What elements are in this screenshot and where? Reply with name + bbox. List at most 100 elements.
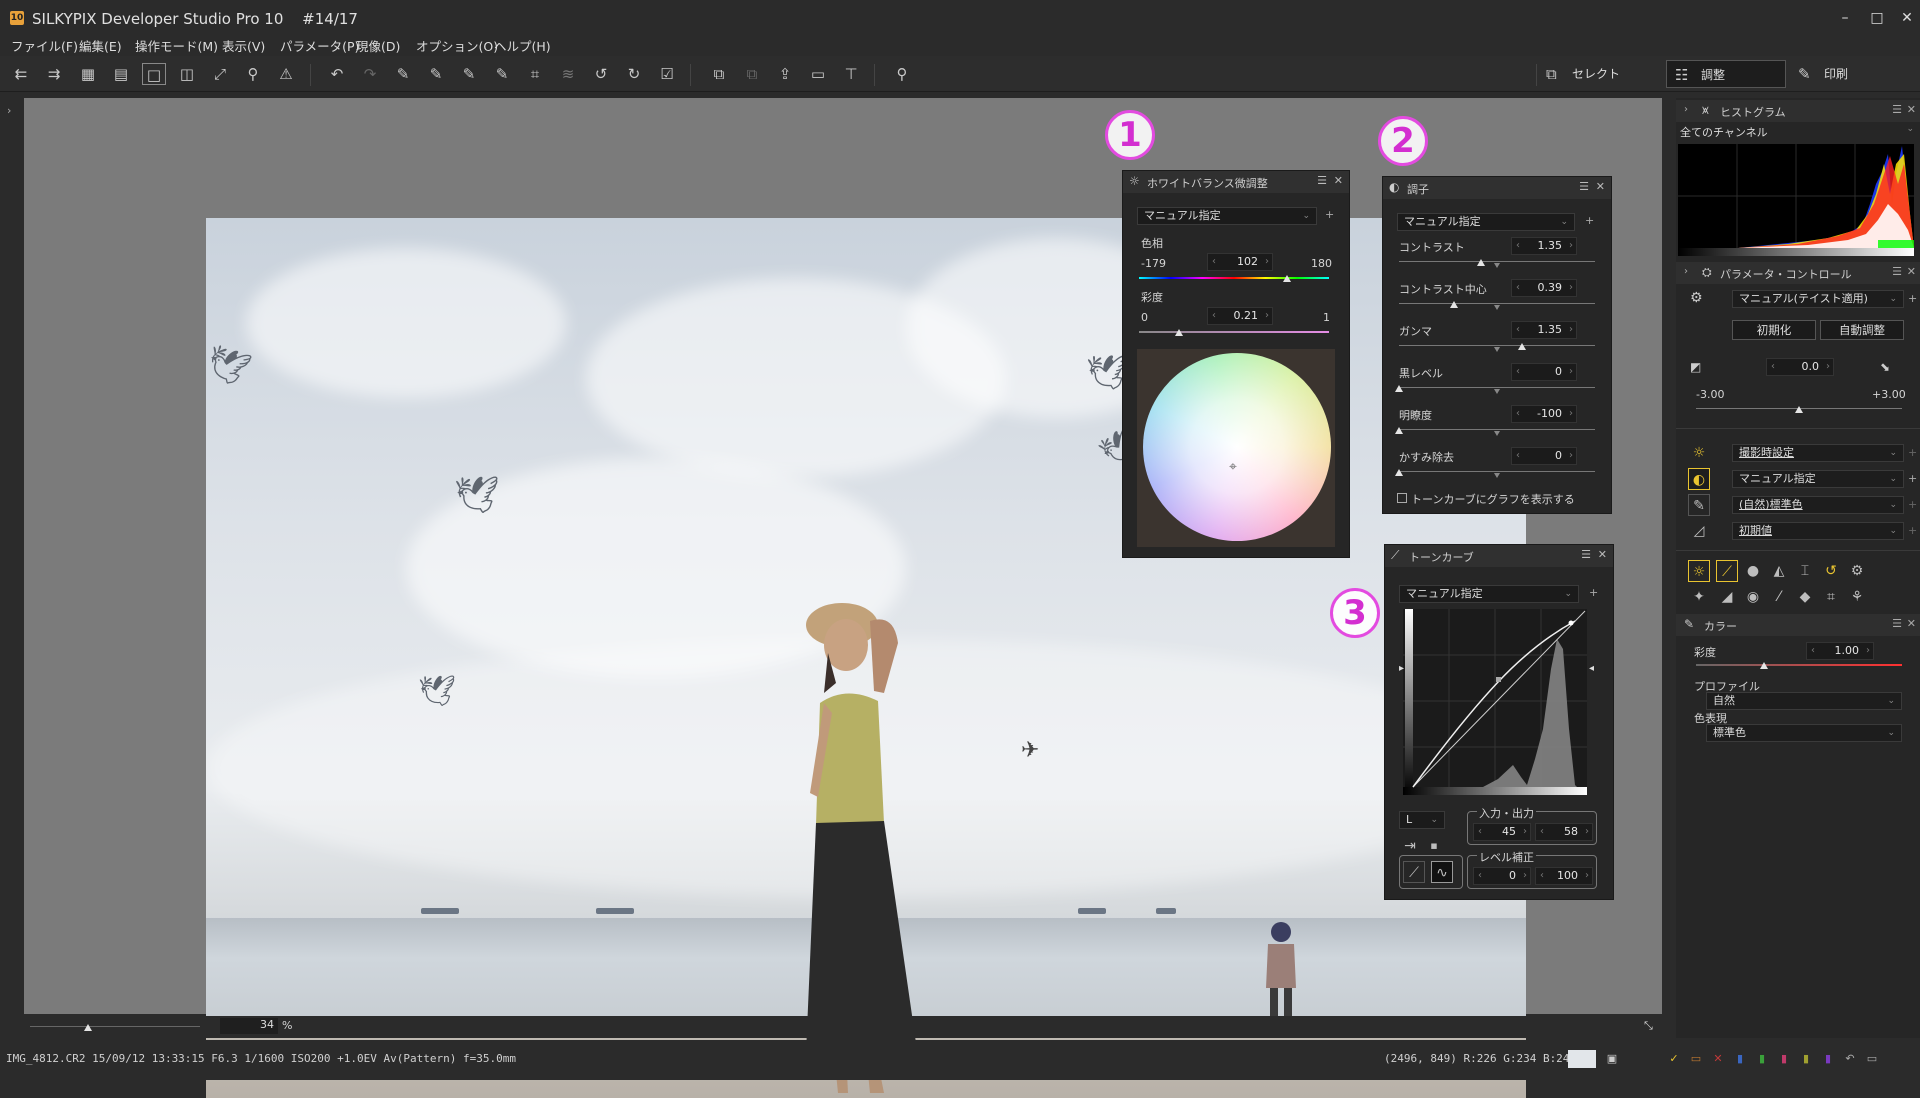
color-label-purple-icon[interactable]: ▮: [1820, 1051, 1836, 1067]
eye-tool-icon[interactable]: ◉: [1742, 586, 1764, 608]
close-icon[interactable]: ✕: [1596, 180, 1605, 193]
zoom-icon[interactable]: ⚲: [241, 63, 265, 85]
lens-tool-icon[interactable]: ⌶: [1794, 560, 1816, 582]
close-window-button[interactable]: ✕: [1892, 6, 1920, 30]
panel-menu-icon[interactable]: ☰: [1892, 265, 1902, 278]
add-preset-icon[interactable]: +: [1325, 208, 1334, 221]
preview-view-icon[interactable]: □: [142, 63, 166, 85]
param-control-section-header[interactable]: › ⛭ パラメータ・コントロール ☰ ✕: [1676, 262, 1920, 284]
menu-file[interactable]: ファイル(F): [11, 36, 78, 55]
curve-output-spinbox[interactable]: ‹ 58 ›: [1535, 823, 1593, 841]
redo-icon[interactable]: ↷: [358, 63, 382, 85]
prev-image-icon[interactable]: ⇇: [9, 63, 33, 85]
menu-edit[interactable]: 編集(E): [79, 36, 122, 55]
auto-exposure-icon[interactable]: ⬊: [1880, 360, 1890, 374]
expand-icon[interactable]: ›: [1684, 266, 1688, 277]
color-brush-icon[interactable]: ✎: [1688, 494, 1710, 516]
tone-row-track[interactable]: [1399, 261, 1595, 262]
right-handle-icon[interactable]: ◂: [1589, 663, 1594, 674]
menu-operation-mode[interactable]: 操作モード(M): [135, 36, 218, 55]
mode-print-button[interactable]: ✎ 印刷: [1790, 60, 1908, 88]
exposure-slider-thumb[interactable]: [1795, 406, 1803, 413]
left-handle-icon[interactable]: ▸: [1399, 663, 1404, 674]
wb-saturation-track[interactable]: [1139, 331, 1329, 333]
highlight-tool-icon[interactable]: ◢: [1716, 586, 1738, 608]
wb-tool-icon[interactable]: ☼: [1688, 560, 1710, 582]
tone-preset-select[interactable]: マニュアル指定 ⌄: [1397, 213, 1575, 231]
reject-icon[interactable]: ✕: [1710, 1051, 1726, 1067]
develop-icon[interactable]: ⧉: [707, 63, 731, 85]
level-high-spinbox[interactable]: ‹ 100 ›: [1535, 867, 1593, 885]
tone-row-thumb[interactable]: [1518, 343, 1527, 350]
brush-tool-icon[interactable]: ⁄: [1768, 586, 1790, 608]
fit-curve-icon[interactable]: ⇥: [1399, 835, 1421, 857]
panel-menu-icon[interactable]: ☰: [1317, 174, 1327, 187]
histogram-channel-select[interactable]: 全てのチャンネル ⌄: [1676, 124, 1920, 140]
add-taste-icon[interactable]: +: [1908, 292, 1917, 305]
fullscreen-icon[interactable]: ⤢: [208, 63, 232, 85]
add-point-icon[interactable]: ▪: [1423, 835, 1445, 857]
panel-menu-icon[interactable]: ☰: [1579, 180, 1589, 193]
hue-slider-track[interactable]: [1139, 277, 1329, 279]
add-preset-icon[interactable]: +: [1585, 214, 1594, 227]
curve-input-spinbox[interactable]: ‹ 45 ›: [1473, 823, 1531, 841]
wb-saturation-spinbox[interactable]: ‹ 0.21 ›: [1207, 307, 1273, 325]
monitor-icon[interactable]: ▭: [806, 63, 830, 85]
curve-channel-select[interactable]: L ⌄: [1399, 811, 1445, 829]
spot-tool-icon[interactable]: ⚘: [1846, 586, 1868, 608]
curve-point[interactable]: [1568, 620, 1574, 626]
zoom-slider-track[interactable]: [30, 1026, 200, 1027]
color-saturation-track[interactable]: [1696, 664, 1902, 666]
color-expression-select[interactable]: 標準色 ⌄: [1706, 724, 1902, 742]
compare-view-icon[interactable]: ◫: [175, 63, 199, 85]
rotate-left-icon[interactable]: ↺: [589, 63, 613, 85]
sharpness-icon[interactable]: ◿: [1688, 520, 1710, 542]
tone-row-track[interactable]: [1399, 345, 1595, 346]
partial-tool-icon[interactable]: ◆: [1794, 586, 1816, 608]
lock-icon[interactable]: ▭: [1864, 1051, 1880, 1067]
color-label-blue-icon[interactable]: ▮: [1732, 1051, 1748, 1067]
color-saturation-spinbox[interactable]: ‹ 1.00 ›: [1806, 642, 1874, 660]
tone-row-spinbox[interactable]: ‹ -100 ›: [1511, 405, 1577, 423]
tone-row-spinbox[interactable]: ‹ 1.35 ›: [1511, 237, 1577, 255]
noise-tool-icon[interactable]: ✦: [1688, 586, 1710, 608]
tone-row-spinbox[interactable]: ‹ 1.35 ›: [1511, 321, 1577, 339]
add-preset-icon[interactable]: +: [1589, 586, 1598, 599]
tone-row-track[interactable]: [1399, 471, 1595, 472]
mode-adjust-button[interactable]: ☷ 調整: [1666, 60, 1786, 88]
expand-icon[interactable]: ›: [1684, 104, 1688, 115]
special-tool-icon[interactable]: ⚙: [1846, 560, 1868, 582]
close-icon[interactable]: ✕: [1907, 103, 1916, 116]
tone-row-thumb[interactable]: [1477, 259, 1486, 266]
color-saturation-thumb[interactable]: [1759, 662, 1768, 669]
taste-select[interactable]: マニュアル(テイスト適用) ⌄: [1732, 290, 1904, 308]
curve-preset-select[interactable]: マニュアル指定 ⌄: [1399, 585, 1579, 603]
tone-row-thumb[interactable]: [1395, 385, 1403, 392]
add-icon[interactable]: +: [1908, 472, 1917, 485]
thumbnail-view-icon[interactable]: ▦: [76, 63, 100, 85]
histogram-section-header[interactable]: › ⩙ ヒストグラム ☰ ✕: [1676, 100, 1920, 122]
level-low-spinbox[interactable]: ‹ 0 ›: [1473, 867, 1531, 885]
close-icon[interactable]: ✕: [1598, 548, 1607, 561]
tone-curve-graph[interactable]: [1403, 609, 1587, 795]
spline-curve-icon[interactable]: ∿: [1431, 861, 1453, 883]
add-icon[interactable]: +: [1908, 498, 1917, 511]
color-tool-icon[interactable]: ●: [1742, 560, 1764, 582]
tone-row-spinbox[interactable]: ‹ 0 ›: [1511, 363, 1577, 381]
menu-develop[interactable]: 現像(D): [356, 36, 400, 55]
crop-icon[interactable]: ⌗: [523, 63, 547, 85]
add-icon[interactable]: +: [1908, 446, 1917, 459]
tone-row-thumb[interactable]: [1395, 427, 1403, 434]
curve-point[interactable]: [1496, 677, 1501, 682]
panel-menu-icon[interactable]: ☰: [1892, 103, 1902, 116]
maximize-button[interactable]: □: [1862, 6, 1892, 30]
rotate-right-icon[interactable]: ↻: [622, 63, 646, 85]
color-label-green-icon[interactable]: ▮: [1754, 1051, 1770, 1067]
mark-icon[interactable]: ☑: [655, 63, 679, 85]
search-icon[interactable]: ⚲: [890, 63, 914, 85]
gear-icon[interactable]: ⚙: [1690, 290, 1703, 306]
tone-select[interactable]: マニュアル指定 ⌄: [1732, 470, 1904, 488]
sharpness-select[interactable]: 初期値 ⌄: [1732, 522, 1904, 540]
wb-saturation-thumb[interactable]: [1174, 329, 1183, 336]
panel-menu-icon[interactable]: ☰: [1892, 617, 1902, 630]
